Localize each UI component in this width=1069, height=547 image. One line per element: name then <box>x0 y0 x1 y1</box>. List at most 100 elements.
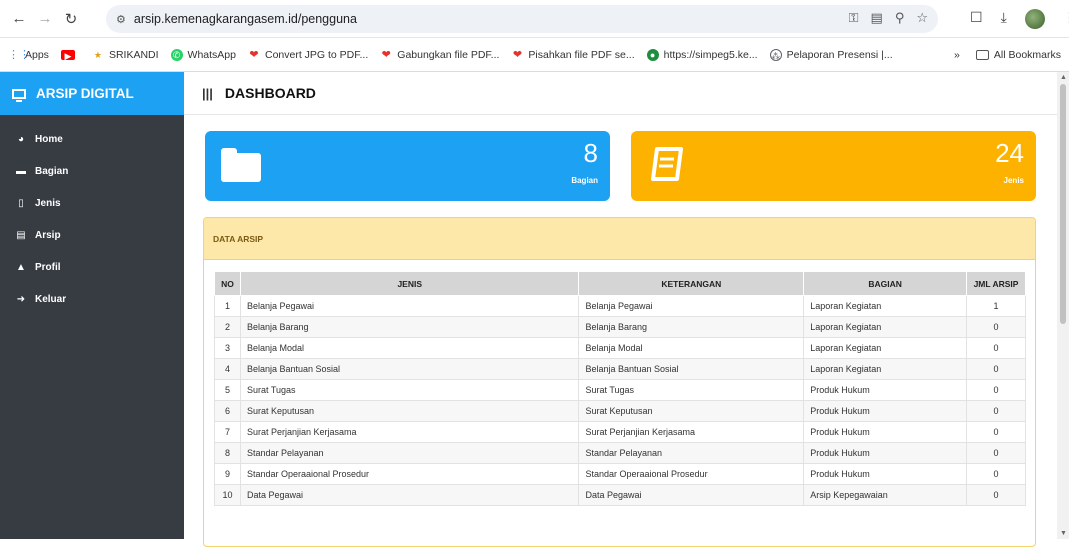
table-cell: Surat Perjanjian Kerjasama <box>239 421 580 443</box>
table-row: 1 Belanja Pegawai Belanja Pegawai Laporan K… <box>214 295 1026 317</box>
table-cell: Surat Keputusan <box>239 400 580 422</box>
jenis-stat-card[interactable]: 24 Jenis <box>631 131 1036 201</box>
extensions-icon[interactable]: ☐ <box>970 9 983 29</box>
table-cell: Produk Hukum <box>803 442 968 464</box>
sidebar-item-jenis[interactable]: ▯ Jenis <box>0 187 184 219</box>
table-cell: 2 <box>214 316 241 338</box>
bookmark-presensi[interactable]: ⁂ Pelaporan Presensi |... <box>769 48 893 61</box>
scroll-thumb[interactable] <box>1060 84 1066 324</box>
page-scrollbar[interactable]: ▲ ▼ <box>1057 72 1069 539</box>
table-cell: 8 <box>214 442 241 464</box>
table-cell: Belanja Barang <box>239 316 580 338</box>
table-row: 5 Surat Tugas Surat Tugas Produk Hukum 0 <box>214 379 1026 401</box>
panel-title: DATA ARSIP <box>204 218 1035 260</box>
bookmark-srikandi[interactable]: ★ SRIKANDI <box>92 49 159 61</box>
bagian-label: Bagian <box>571 176 598 185</box>
table-cell: 0 <box>966 421 1026 443</box>
apps-grid-icon: ⋮⋮ <box>8 48 30 61</box>
password-key-icon[interactable]: ⚿ <box>849 10 859 26</box>
url-text[interactable]: arsip.kemenagkarangasem.id/pengguna <box>134 12 357 26</box>
ilovepdf-icon: ❤ <box>249 48 259 61</box>
brand[interactable]: ARSIP DIGITAL <box>0 72 184 115</box>
table-cell: Belanja Bantuan Sosial <box>239 358 580 380</box>
folder-icon: ▬ <box>16 165 26 177</box>
bookmark-label: Pisahkan file PDF se... <box>528 48 635 61</box>
browser-toolbar: ← → ↻ ⚙ arsip.kemenagkarangasem.id/pengg… <box>0 0 1069 38</box>
table-cell: Laporan Kegiatan <box>803 316 968 338</box>
sidebar-item-home[interactable]: ◕ Home <box>0 123 184 155</box>
address-bar[interactable]: ⚙ arsip.kemenagkarangasem.id/pengguna ⚿ … <box>106 5 938 33</box>
table-row: 3 Belanja Modal Belanja Modal Laporan Kegia… <box>214 337 1026 359</box>
bookmark-simpeg[interactable]: ● https://simpeg5.ke... <box>646 48 758 61</box>
sidebar-item-profil[interactable]: ▲ Profil <box>0 251 184 283</box>
table-cell: 6 <box>214 400 241 422</box>
bagian-stat-card[interactable]: 8 Bagian <box>205 131 610 201</box>
folder-icon <box>975 50 989 60</box>
back-arrow-icon[interactable]: ← <box>8 8 30 30</box>
table-cell: 0 <box>966 400 1026 422</box>
table-cell: Belanja Bantuan Sosial <box>578 358 805 380</box>
bookmark-label: Apps <box>25 48 49 61</box>
table-cell: 5 <box>214 379 241 401</box>
sidebar-item-label: Profil <box>35 261 61 273</box>
reload-icon[interactable]: ↻ <box>60 8 82 30</box>
whatsapp-icon: ✆ <box>170 48 183 61</box>
table-cell: Laporan Kegiatan <box>803 358 968 380</box>
table-cell: Data Pegawai <box>239 484 580 506</box>
sidebar-item-label: Arsip <box>35 229 61 241</box>
table-cell: Produk Hukum <box>803 421 968 443</box>
bookmark-convert-jpg[interactable]: ❤ Convert JPG to PDF... <box>248 49 368 61</box>
table-cell: 0 <box>966 337 1026 359</box>
sidebar-item-keluar[interactable]: ➜ Keluar <box>0 283 184 315</box>
table-cell: Surat Tugas <box>239 379 580 401</box>
translate-icon[interactable]: ▤ <box>871 10 883 26</box>
table-row: 4 Belanja Bantuan Sosial Belanja Bantuan S… <box>214 358 1026 380</box>
bookmark-whatsapp[interactable]: ✆ WhatsApp <box>170 48 236 61</box>
table-cell: 7 <box>214 421 241 443</box>
dashboard-icon: ◕ <box>17 133 25 145</box>
table-cell: 0 <box>966 463 1026 485</box>
forward-arrow-icon[interactable]: → <box>34 8 56 30</box>
bookmark-youtube[interactable]: ▶ <box>60 49 80 61</box>
table-cell: Surat Keputusan <box>578 400 805 422</box>
scroll-up-icon[interactable]: ▲ <box>1060 74 1067 81</box>
page-header: ||| DASHBOARD <box>184 72 1057 115</box>
zoom-icon[interactable]: ⚲ <box>895 10 905 26</box>
file-icon: ▤ <box>16 229 26 241</box>
bookmark-label: SRIKANDI <box>108 48 159 61</box>
table-cell: Arsip Kepegawaian <box>803 484 968 506</box>
bookmarks-overflow-button[interactable]: » <box>954 49 960 61</box>
sidebar-menu: ◕ Home ▬ Bagian ▯ Jenis ▤ Arsip ▲ Profil… <box>0 115 184 315</box>
bookmark-label: Gabungkan file PDF... <box>397 48 500 61</box>
table-cell: Laporan Kegiatan <box>803 337 968 359</box>
download-icon[interactable]: ⤓ <box>1001 9 1007 29</box>
book-icon <box>651 147 683 181</box>
column-header: JENIS <box>239 271 580 296</box>
all-bookmarks-button[interactable]: All Bookmarks <box>975 49 1061 61</box>
table-cell: Standar Pelayanan <box>239 442 580 464</box>
bookmark-pisahkan[interactable]: ❤ Pisahkan file PDF se... <box>511 48 635 61</box>
column-header: NO <box>214 271 241 296</box>
sidebar-item-bagian[interactable]: ▬ Bagian <box>0 155 184 187</box>
youtube-icon: ▶ <box>60 49 75 61</box>
presensi-icon: ⁂ <box>769 48 782 61</box>
table-cell: Produk Hukum <box>803 400 968 422</box>
sidebar-item-arsip[interactable]: ▤ Arsip <box>0 219 184 251</box>
more-menu-icon[interactable]: ⋮ <box>1063 9 1069 29</box>
brand-label: ARSIP DIGITAL <box>36 86 134 101</box>
bookmark-gabungkan[interactable]: ❤ Gabungkan file PDF... <box>380 48 500 61</box>
bookmark-star-icon[interactable]: ☆ <box>916 10 928 26</box>
sidebar: ARSIP DIGITAL ◕ Home ▬ Bagian ▯ Jenis ▤ … <box>0 72 184 539</box>
table-cell: 0 <box>966 358 1026 380</box>
scroll-down-icon[interactable]: ▼ <box>1060 530 1067 537</box>
menu-toggle-icon[interactable]: ||| <box>202 86 213 101</box>
bookmark-apps[interactable]: ⋮⋮ Apps <box>8 49 49 61</box>
site-info-icon[interactable]: ⚙ <box>116 13 126 26</box>
bookmark-label: Convert JPG to PDF... <box>264 48 369 61</box>
monitor-icon <box>12 88 26 102</box>
table-cell: 1 <box>966 295 1026 317</box>
table-cell: 0 <box>966 379 1026 401</box>
table-cell: 0 <box>966 484 1026 506</box>
profile-avatar[interactable] <box>1024 9 1045 29</box>
table-cell: Data Pegawai <box>578 484 805 506</box>
